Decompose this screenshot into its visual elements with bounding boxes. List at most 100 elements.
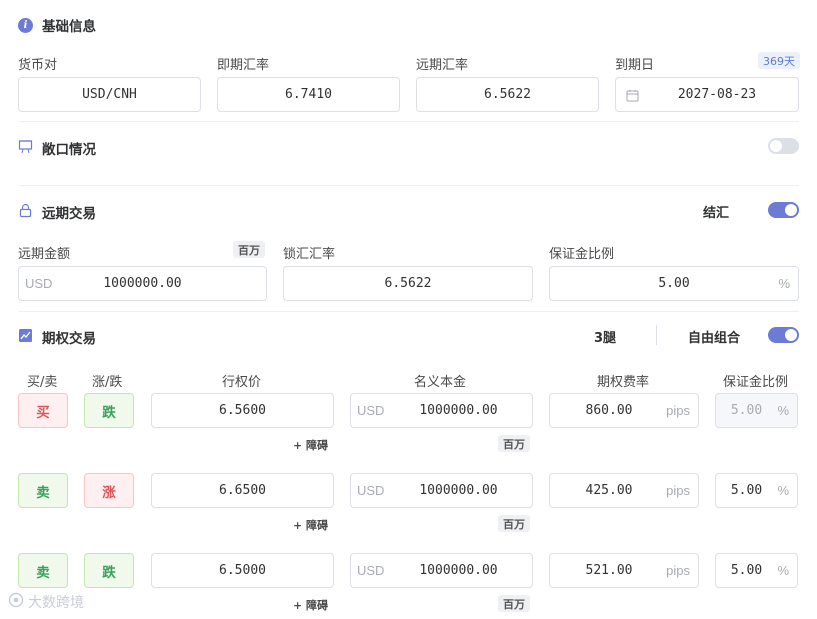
divider (18, 311, 799, 312)
free-combo-toggle[interactable] (768, 327, 799, 343)
premium-value: 425.00 (585, 483, 633, 498)
basic-info-title: 基础信息 (42, 19, 96, 35)
leg-margin-value: 5.00 (730, 563, 763, 578)
notional-field[interactable]: USD 1000000.00 (350, 393, 533, 428)
premium-field[interactable]: 425.00 pips (549, 473, 699, 508)
currency-prefix: USD (357, 483, 385, 498)
exposure-toggle[interactable] (768, 138, 799, 154)
forward-amount-value: 1000000.00 (103, 276, 182, 291)
expiry-date-value: 2027-08-23 (677, 87, 757, 102)
forward-trade-header: 远期交易 (18, 202, 96, 222)
col-buy-sell: 买/卖 (27, 375, 58, 390)
watermark-logo-icon (8, 592, 24, 612)
leg-direction-button[interactable]: 跌 (84, 553, 134, 588)
option-trade-header: 期权交易 (18, 327, 96, 347)
info-icon: i (18, 17, 33, 33)
margin-ratio-field[interactable]: 5.00 % (549, 266, 799, 301)
leg-side-button[interactable]: 买 (18, 393, 68, 428)
option-trade-title: 期权交易 (42, 331, 96, 347)
locked-rate-value: 6.5622 (384, 276, 432, 291)
notional-field[interactable]: USD 1000000.00 (350, 473, 533, 508)
forward-rate-field[interactable]: 6.5622 (416, 77, 599, 112)
spot-rate-label: 即期汇率 (217, 58, 270, 73)
leg-margin-field[interactable]: 5.00 % (715, 473, 798, 508)
forward-rate-value: 6.5622 (484, 87, 531, 102)
add-barrier-button[interactable]: + 障碍 (293, 517, 328, 533)
strike-field[interactable]: 6.5000 (151, 553, 334, 588)
leg-side-button[interactable]: 卖 (18, 553, 68, 588)
watermark-text: 大数跨境 (28, 595, 84, 611)
leg-margin-value: 5.00 (730, 483, 763, 498)
divider (18, 121, 799, 122)
forward-trade-title: 远期交易 (42, 206, 96, 222)
chart-line-icon (18, 328, 33, 347)
locked-rate-label: 锁汇汇率 (283, 247, 336, 262)
col-notional: 名义本金 (414, 375, 467, 390)
pair-value: USD/CNH (82, 87, 137, 102)
premium-field[interactable]: 521.00 pips (549, 553, 699, 588)
legs-count: 3腿 (594, 331, 617, 346)
leg-margin-value: 5.00 (730, 403, 763, 418)
spot-rate-value: 6.7410 (285, 87, 332, 102)
forward-rate-label: 远期汇率 (416, 58, 469, 73)
exposure-header: 敞口情况 (18, 138, 96, 158)
vertical-divider (656, 325, 657, 345)
unit-badge[interactable]: 百万 (233, 241, 265, 258)
calendar-icon (626, 89, 639, 106)
forward-amount-label: 远期金额 (18, 247, 71, 262)
watermark: 大数跨境 (8, 592, 84, 612)
notional-value: 1000000.00 (419, 403, 498, 418)
pair-select[interactable]: USD/CNH (18, 77, 201, 112)
premium-field[interactable]: 860.00 pips (549, 393, 699, 428)
leg-side-button[interactable]: 卖 (18, 473, 68, 508)
unit-badge[interactable]: 百万 (498, 435, 530, 452)
currency-prefix: USD (25, 276, 53, 291)
spot-rate-field[interactable]: 6.7410 (217, 77, 400, 112)
col-premium: 期权费率 (597, 375, 650, 390)
percent-suffix: % (778, 276, 790, 291)
add-barrier-button[interactable]: + 障碍 (293, 597, 328, 613)
currency-prefix: USD (357, 403, 385, 418)
percent-suffix: % (777, 563, 789, 578)
pips-suffix: pips (666, 483, 690, 498)
leg-margin-field: 5.00 % (715, 393, 798, 428)
exposure-title: 敞口情况 (42, 142, 96, 158)
add-barrier-button[interactable]: + 障碍 (293, 437, 328, 453)
pips-suffix: pips (666, 403, 690, 418)
expiry-days-badge: 369天 (758, 52, 800, 69)
pips-suffix: pips (666, 563, 690, 578)
free-combo-label: 自由组合 (688, 331, 741, 346)
strike-field[interactable]: 6.5600 (151, 393, 334, 428)
strike-value: 6.6500 (219, 483, 266, 498)
percent-suffix: % (777, 403, 789, 418)
notional-field[interactable]: USD 1000000.00 (350, 553, 533, 588)
strike-field[interactable]: 6.6500 (151, 473, 334, 508)
settlement-label: 结汇 (703, 206, 730, 221)
presentation-icon (18, 139, 33, 158)
divider (18, 185, 799, 186)
unit-badge[interactable]: 百万 (498, 515, 530, 532)
currency-prefix: USD (357, 563, 385, 578)
notional-value: 1000000.00 (419, 563, 498, 578)
col-up-down: 涨/跌 (92, 375, 123, 390)
margin-ratio-label: 保证金比例 (549, 247, 615, 262)
col-strike: 行权价 (222, 375, 262, 390)
forward-amount-field[interactable]: USD 1000000.00 (18, 266, 267, 301)
col-margin: 保证金比例 (723, 375, 789, 390)
unit-badge[interactable]: 百万 (498, 595, 530, 612)
margin-ratio-value: 5.00 (658, 276, 690, 291)
pair-label: 货币对 (18, 58, 58, 73)
settlement-toggle[interactable] (768, 202, 799, 218)
premium-value: 521.00 (585, 563, 633, 578)
leg-direction-button[interactable]: 涨 (84, 473, 134, 508)
percent-suffix: % (777, 483, 789, 498)
leg-margin-field[interactable]: 5.00 % (715, 553, 798, 588)
premium-value: 860.00 (585, 403, 633, 418)
expiry-date-picker[interactable]: 2027-08-23 (615, 77, 799, 112)
lock-icon (18, 203, 33, 222)
locked-rate-field[interactable]: 6.5622 (283, 266, 533, 301)
expiry-label: 到期日 (615, 58, 655, 73)
leg-direction-button[interactable]: 跌 (84, 393, 134, 428)
basic-info-header: i 基础信息 (18, 15, 96, 35)
strike-value: 6.5600 (219, 403, 266, 418)
